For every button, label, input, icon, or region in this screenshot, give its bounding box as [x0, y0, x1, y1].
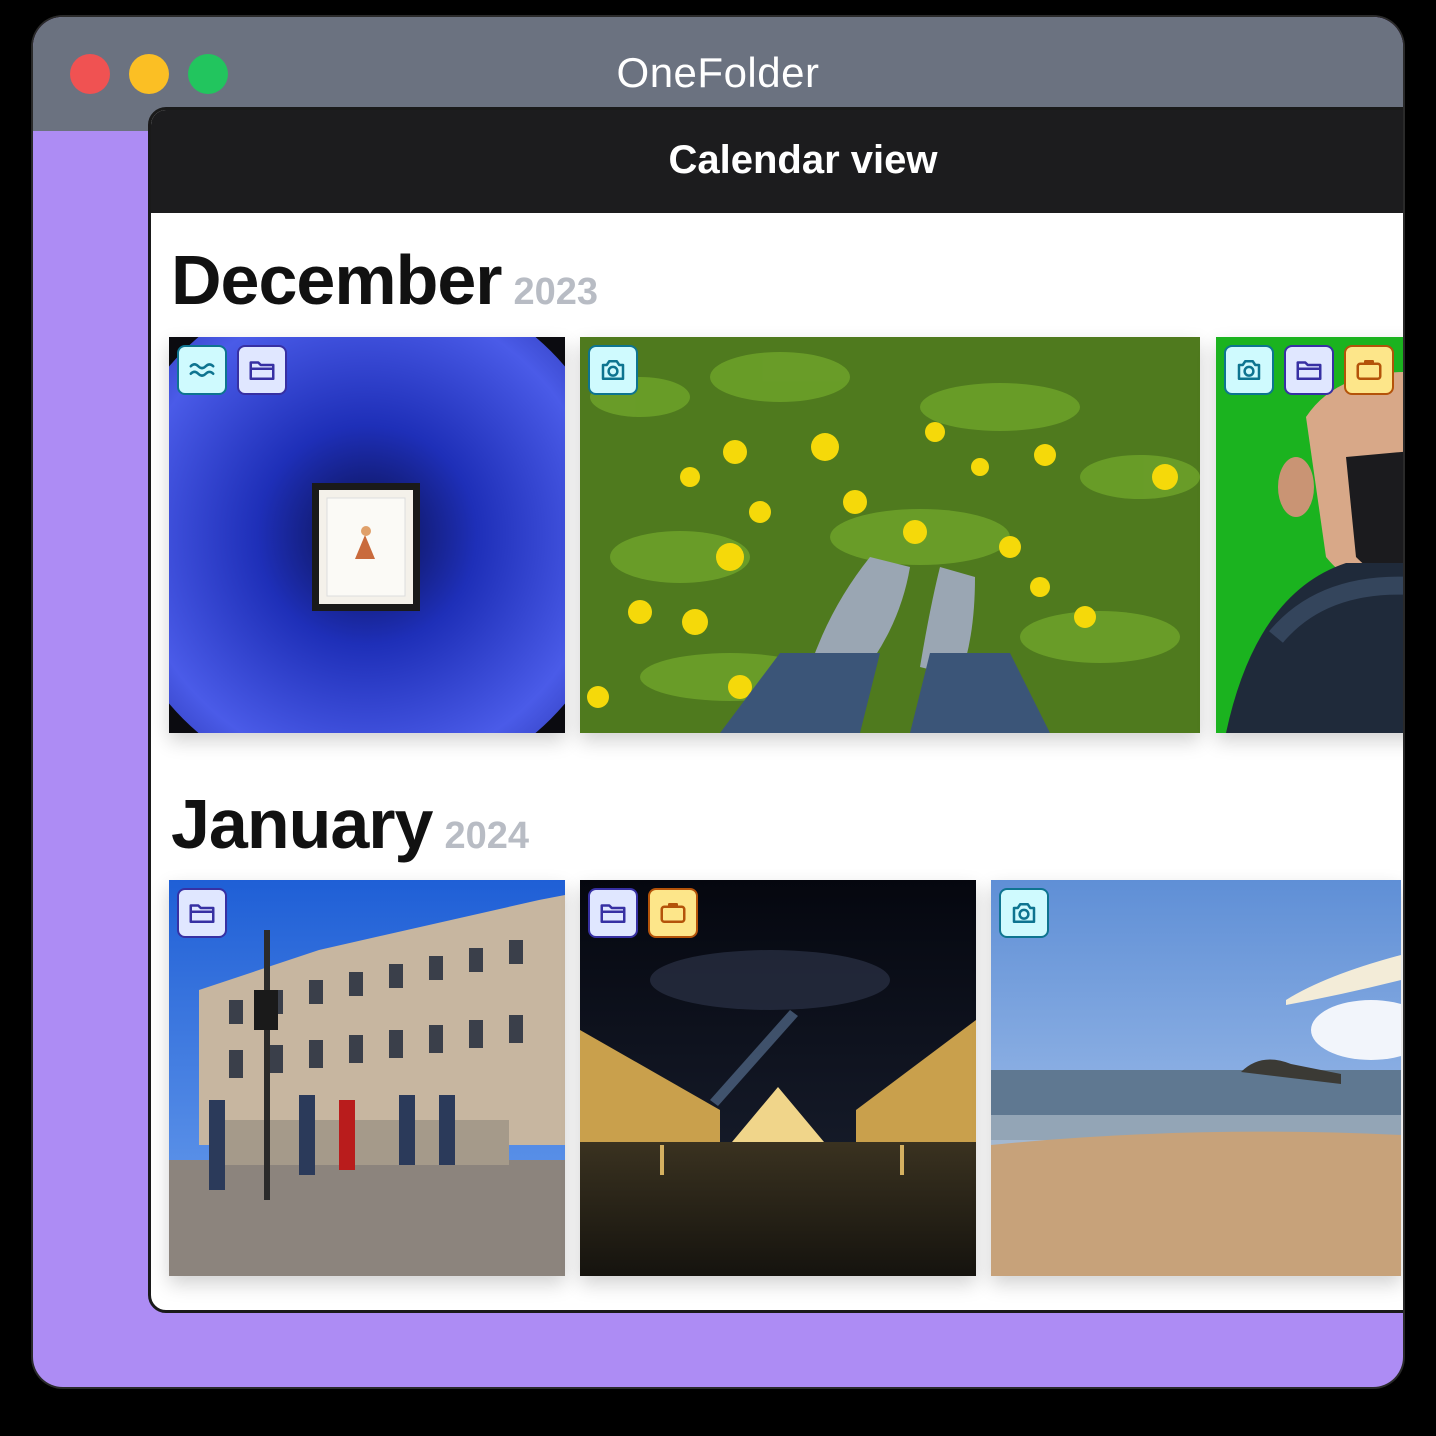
photo-dandelion-field — [580, 337, 1200, 733]
panel-title: Calendar view — [668, 138, 938, 182]
photo-thumbnail[interactable] — [991, 880, 1401, 1276]
panel-header: Calendar view — [151, 110, 1403, 213]
tag-badges — [177, 888, 227, 938]
folder-icon[interactable] — [177, 888, 227, 938]
waves-icon[interactable] — [177, 345, 227, 395]
folder-icon[interactable] — [237, 345, 287, 395]
photo-thumbnail[interactable] — [169, 337, 565, 733]
photo-louvre-pyramid — [580, 880, 976, 1276]
folder-icon[interactable] — [1284, 345, 1334, 395]
briefcase-icon[interactable] — [1344, 345, 1394, 395]
photo-framed-art — [169, 337, 565, 733]
photo-thumbnail[interactable] — [580, 337, 1200, 733]
tag-badges — [588, 888, 698, 938]
month-year: 2023 — [513, 271, 599, 313]
photo-thumbnail[interactable] — [580, 880, 976, 1276]
tag-badges — [177, 345, 287, 395]
month-name: January — [171, 785, 433, 863]
tag-badges — [1224, 345, 1394, 395]
photo-city-square — [169, 880, 565, 1276]
month-year: 2024 — [444, 815, 530, 857]
folder-icon[interactable] — [588, 888, 638, 938]
photo-beach — [991, 880, 1401, 1276]
calendar-panel: Calendar view December 2023 January 2024 — [148, 107, 1403, 1313]
tag-badges — [999, 888, 1049, 938]
month-heading: December 2023 — [171, 240, 598, 320]
photo-thumbnail[interactable] — [1216, 337, 1403, 733]
month-name: December — [171, 241, 503, 319]
month-heading: January 2024 — [171, 784, 529, 864]
app-window: OneFolder Calendar view December 2023 Ja… — [33, 17, 1403, 1387]
camera-icon[interactable] — [588, 345, 638, 395]
camera-icon[interactable] — [1224, 345, 1274, 395]
tag-badges — [588, 345, 638, 395]
photo-thumbnail[interactable] — [169, 880, 565, 1276]
briefcase-icon[interactable] — [648, 888, 698, 938]
photo-masked-person — [1216, 337, 1403, 733]
app-title: OneFolder — [616, 49, 820, 96]
camera-icon[interactable] — [999, 888, 1049, 938]
